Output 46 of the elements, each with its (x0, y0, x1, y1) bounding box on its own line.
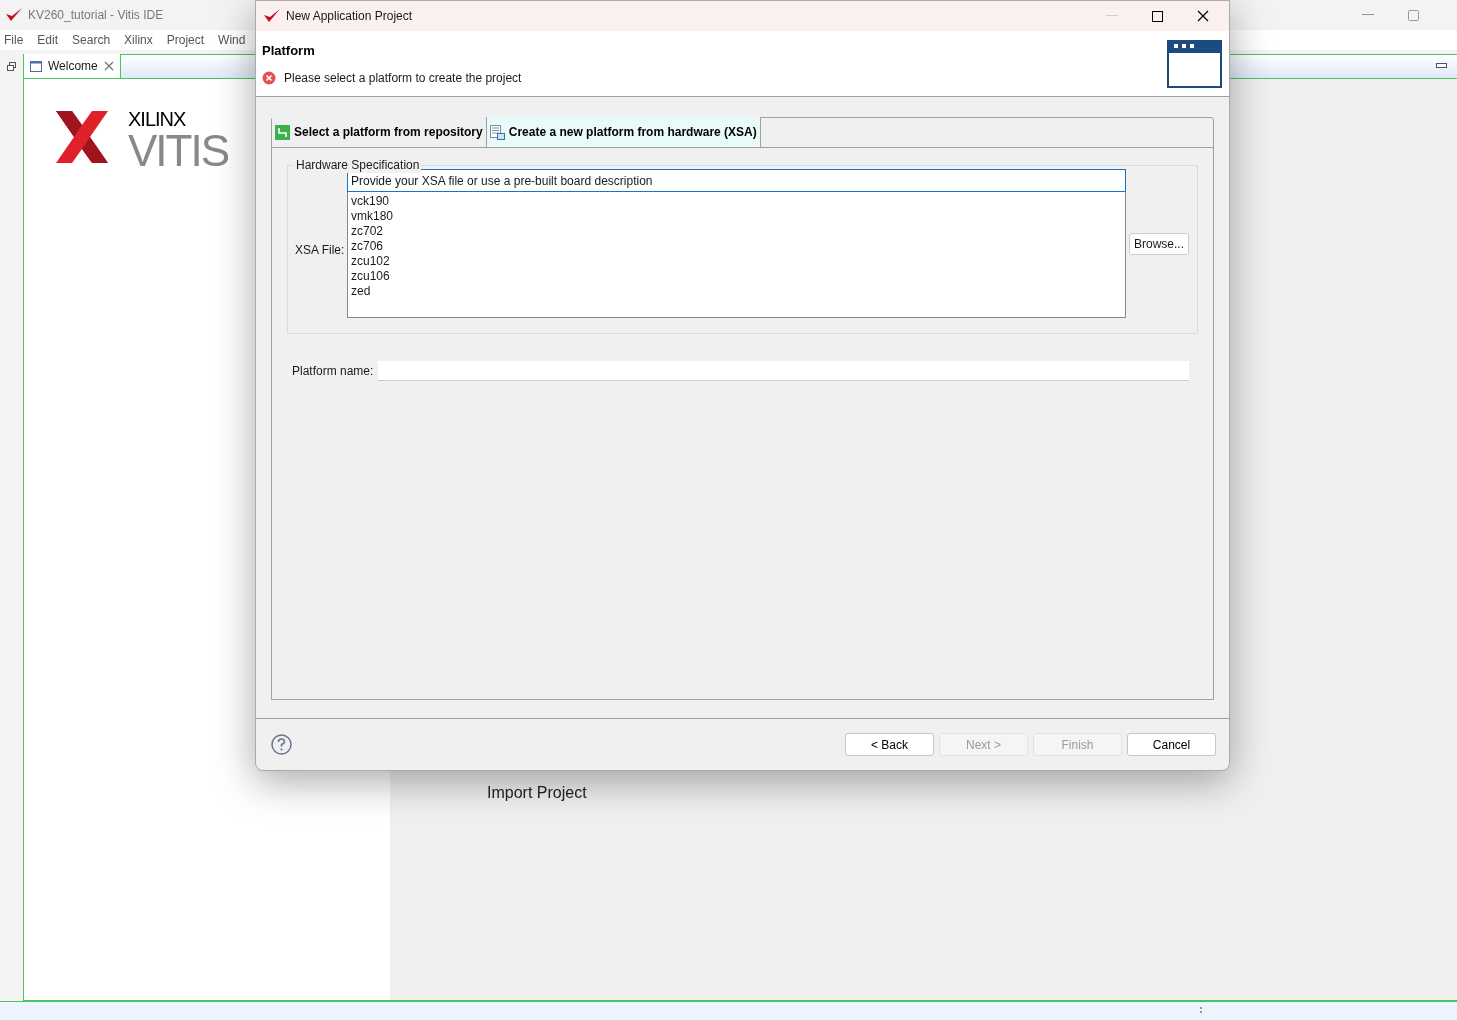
app-logo-icon (264, 9, 280, 23)
grip-icon (1200, 1006, 1203, 1016)
error-icon (262, 70, 276, 85)
menu-item[interactable]: Wind (218, 31, 246, 49)
platform-name-field[interactable] (378, 361, 1190, 381)
restore-icon[interactable] (7, 62, 16, 71)
board-item[interactable]: zcu106 (351, 269, 1122, 284)
window-banner-icon (1167, 40, 1222, 88)
field-label: XSA File: (295, 241, 346, 259)
menu-item[interactable]: File (4, 31, 24, 49)
board-item[interactable]: vck190 (351, 194, 1122, 209)
hardware-icon (489, 124, 505, 140)
page-title: Platform (262, 42, 316, 60)
board-list[interactable]: vck190 vmk180 zc702 zc706 zcu102 zcu106 zed (347, 192, 1126, 318)
window-title: KV260_tutorial - Vitis IDE (28, 7, 164, 24)
browse-button[interactable]: Browse... (1129, 232, 1189, 255)
error-message: Please select a platform to create the project (284, 69, 522, 87)
xsa-file-field[interactable]: Provide your XSA file or use a pre-built board description (347, 169, 1126, 192)
minimize-icon (1106, 15, 1118, 17)
menu-item[interactable]: Project (166, 31, 205, 49)
close-icon[interactable] (1197, 10, 1209, 22)
xilinx-logo-icon (56, 111, 108, 163)
menu-item[interactable]: Search (72, 31, 111, 49)
menu-item[interactable]: Xilinx (124, 31, 153, 49)
dialog-title: New Application Project (286, 8, 413, 25)
repository-icon (275, 124, 290, 140)
logo-product-text: VITIS (128, 129, 229, 173)
maximize-icon[interactable] (1152, 10, 1163, 22)
minimize-view-icon[interactable] (1436, 63, 1447, 68)
logo-brand-text: XILINX (128, 109, 187, 129)
menu-item[interactable]: Edit (37, 31, 59, 49)
tab[interactable]: Create a new platform from hardware (XSA) (485, 117, 761, 147)
board-item[interactable]: zc702 (351, 224, 1122, 239)
board-item[interactable]: vmk180 (351, 209, 1122, 224)
back-button[interactable]: < Back (845, 733, 934, 756)
board-item[interactable]: zcu102 (351, 254, 1122, 269)
board-item[interactable]: zed (351, 284, 1122, 299)
app-logo-icon (6, 8, 22, 22)
welcome-tab[interactable]: Welcome (24, 54, 121, 78)
field-label: Platform name: (292, 363, 374, 380)
welcome-link[interactable]: Import Project (487, 781, 587, 805)
cancel-button[interactable]: Cancel (1127, 733, 1216, 756)
help-icon[interactable] (271, 734, 292, 755)
board-item[interactable]: zc706 (351, 239, 1122, 254)
window-icon (30, 60, 42, 72)
minimize-icon[interactable] (1362, 14, 1374, 16)
